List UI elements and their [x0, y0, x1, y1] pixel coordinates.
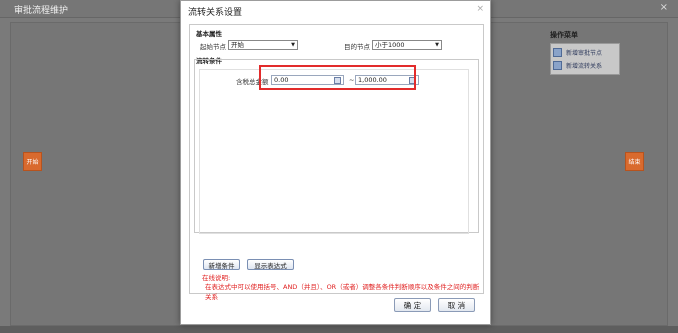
target-node-label: 目的节点 — [344, 43, 370, 51]
target-node-select[interactable]: 小于1000 ▼ — [372, 40, 442, 50]
background-bottom-bar — [0, 326, 678, 333]
cancel-button[interactable]: 取 消 — [438, 298, 475, 312]
add-transition-item[interactable]: 新增流转关系 — [553, 59, 617, 72]
add-approval-node-label: 新增审批节点 — [566, 50, 603, 57]
add-node-icon — [553, 48, 562, 57]
add-condition-button[interactable]: 新增条件 — [203, 259, 240, 270]
show-expression-button[interactable]: 显示表达式 — [247, 259, 294, 270]
dialog-title: 流转关系设置 — [188, 8, 243, 18]
amount-range-highlight — [259, 65, 416, 90]
start-node-label: 起始节点 — [200, 43, 226, 51]
transition-settings-dialog: 流转关系设置 × 基本属性 起始节点 开始 ▼ 目的节点 小于1000 ▼ 流转… — [180, 0, 491, 325]
end-node[interactable]: 结束 — [625, 152, 644, 171]
add-approval-node-item[interactable]: 新增审批节点 — [553, 46, 617, 59]
dialog-close-icon[interactable]: × — [476, 4, 484, 14]
add-transition-icon — [553, 61, 562, 70]
operations-menu-title: 操作菜单 — [550, 31, 578, 39]
ok-button[interactable]: 确 定 — [394, 298, 431, 312]
start-node-dropdown-icon: ▼ — [291, 42, 295, 48]
basic-properties-title: 基本属性 — [196, 30, 222, 38]
background-close-icon[interactable]: × — [660, 2, 668, 13]
background-window-title: 审批流程维护 — [14, 6, 69, 16]
add-transition-label: 新增流转关系 — [566, 63, 603, 70]
target-node-select-value: 小于1000 — [375, 41, 405, 49]
condition-area: 含税总金额 0.00 ~ 1,000.00 — [199, 69, 469, 234]
start-node[interactable]: 开始 — [23, 152, 42, 171]
start-node-select-value: 开始 — [231, 41, 244, 49]
basic-properties-row: 起始节点 开始 ▼ 目的节点 小于1000 ▼ — [196, 39, 478, 53]
target-node-dropdown-icon: ▼ — [435, 42, 439, 48]
operations-menu: 操作菜单 新增审批节点 新增流转关系 — [550, 30, 620, 75]
operations-menu-box: 新增审批节点 新增流转关系 — [550, 43, 620, 75]
start-node-select[interactable]: 开始 ▼ — [228, 40, 298, 50]
